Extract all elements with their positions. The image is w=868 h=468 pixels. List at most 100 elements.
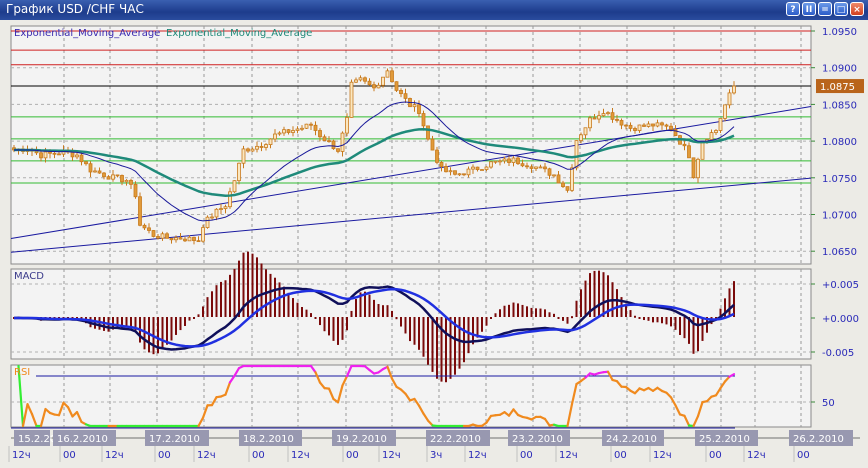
- candle-body: [88, 163, 93, 173]
- macd-histogram-bar: [269, 273, 272, 317]
- window-title: График USD /CHF ЧАС: [6, 2, 144, 16]
- macd-histogram-bar: [368, 294, 371, 317]
- candle-body: [610, 112, 615, 120]
- candle-body: [300, 127, 304, 130]
- candle-body: [475, 166, 480, 171]
- rsi-label: RSI: [14, 367, 30, 378]
- candle-body: [561, 182, 565, 187]
- candle-body: [246, 148, 250, 152]
- candle-body: [466, 168, 471, 176]
- candle-body: [394, 81, 399, 91]
- candle-body: [525, 165, 529, 168]
- pause-button[interactable]: II: [802, 2, 816, 16]
- candle-body: [471, 166, 475, 170]
- macd-histogram-bar: [355, 298, 357, 317]
- candle-body: [295, 128, 300, 131]
- candle-body: [489, 161, 493, 168]
- macd-histogram-bar: [481, 317, 483, 332]
- candle-body: [385, 70, 390, 78]
- candle-body: [417, 104, 421, 114]
- macd-histogram-bar: [301, 307, 303, 317]
- candle-body: [277, 132, 282, 135]
- candle-body: [97, 170, 102, 174]
- minimize-button[interactable]: =: [818, 2, 832, 16]
- candle-body: [583, 127, 588, 136]
- macd-histogram-bar: [233, 268, 236, 317]
- macd-histogram-bar: [634, 315, 636, 318]
- macd-histogram-bar: [580, 289, 582, 317]
- macd-histogram-bar: [449, 317, 452, 379]
- candle-body: [336, 148, 340, 152]
- macd-histogram-bar: [400, 317, 402, 327]
- close-button[interactable]: ×: [850, 2, 864, 16]
- candle-body: [358, 77, 363, 81]
- macd-histogram-bar: [535, 308, 537, 317]
- macd-histogram-bar: [683, 317, 686, 339]
- candle-body: [156, 236, 160, 239]
- candle-body: [444, 166, 448, 173]
- macd-histogram-bar: [310, 313, 312, 317]
- macd-histogram-bar: [652, 317, 654, 323]
- maximize-button[interactable]: □: [834, 2, 848, 16]
- candle-body: [174, 237, 178, 241]
- macd-histogram-bar: [463, 317, 465, 363]
- candle-body: [273, 133, 277, 140]
- date-label: 18.2.2010: [243, 434, 294, 445]
- price-axis-label: 1.0750: [822, 174, 857, 185]
- candle-body: [615, 118, 619, 121]
- window-controls: ? II = □ ×: [786, 2, 864, 16]
- date-label: 25.2.2010: [699, 434, 750, 445]
- macd-histogram-bar: [422, 317, 425, 357]
- candle-body: [115, 174, 120, 177]
- time-label: 00: [252, 450, 265, 461]
- price-panel[interactable]: [10, 25, 812, 265]
- macd-histogram-bar: [733, 281, 735, 317]
- candle-body: [511, 157, 516, 163]
- macd-histogram-bar: [287, 292, 290, 317]
- candle-body: [669, 125, 673, 130]
- time-label: 3ч: [430, 450, 442, 461]
- candle-body: [178, 237, 183, 240]
- candle-body: [633, 128, 637, 131]
- macd-histogram-bar: [391, 310, 393, 317]
- candle-body: [547, 168, 552, 176]
- price-axis-label: 1.0700: [822, 211, 857, 222]
- candle-body: [574, 140, 579, 169]
- candle-body: [520, 163, 525, 167]
- candle-body: [507, 158, 511, 163]
- candle-body: [399, 90, 403, 95]
- time-label: 12ч: [105, 450, 124, 461]
- candle-body: [592, 117, 597, 120]
- candle-body: [723, 104, 727, 119]
- candle-body: [403, 93, 408, 99]
- candle-body: [79, 154, 84, 163]
- candle-body: [264, 144, 268, 148]
- candle-body: [453, 170, 457, 175]
- candle-body: [376, 84, 381, 89]
- macd-histogram-bar: [377, 304, 380, 317]
- rsi-panel[interactable]: [10, 364, 812, 428]
- candle-body: [255, 145, 259, 150]
- candle-body: [48, 151, 52, 154]
- macd-histogram-bar: [598, 270, 600, 317]
- time-label: 12ч: [747, 450, 766, 461]
- time-label: 12ч: [468, 450, 487, 461]
- chart-canvas[interactable]: Exponential_Moving_Average Exponential_M…: [0, 20, 868, 468]
- macd-histogram-bar: [431, 317, 434, 372]
- candle-body: [192, 236, 196, 242]
- candle-body: [448, 170, 453, 173]
- macd-histogram-bar: [458, 317, 461, 369]
- macd-histogram-bar: [566, 317, 569, 324]
- window-title-bar: График USD /CHF ЧАС ? II = □ ×: [0, 0, 868, 21]
- macd-histogram-bar: [175, 317, 177, 335]
- candle-body: [313, 124, 318, 131]
- candle-body: [646, 123, 651, 127]
- candle-body: [619, 120, 624, 126]
- macd-histogram-bar: [197, 314, 200, 317]
- macd-histogram-bar: [373, 299, 375, 317]
- macd-histogram-bar: [701, 317, 704, 341]
- help-button[interactable]: ?: [786, 2, 800, 16]
- candle-body: [732, 85, 736, 94]
- macd-histogram-bar: [161, 317, 164, 349]
- candle-body: [340, 132, 345, 152]
